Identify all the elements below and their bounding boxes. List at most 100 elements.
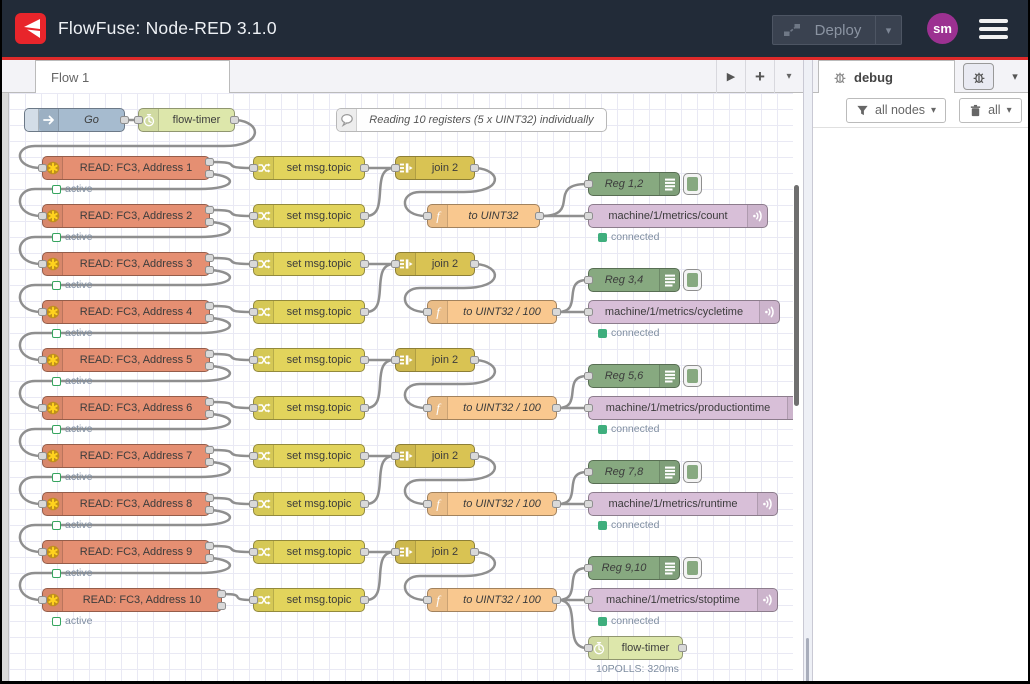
input-port[interactable]	[249, 404, 258, 412]
output-port[interactable]	[360, 548, 369, 556]
node-s7[interactable]: set msg.topic	[253, 444, 365, 468]
wire[interactable]	[558, 472, 587, 504]
node-s9[interactable]: set msg.topic	[253, 540, 365, 564]
input-port[interactable]	[584, 596, 593, 604]
output-port[interactable]	[205, 302, 214, 310]
node-s5[interactable]: set msg.topic	[253, 348, 365, 372]
output-port[interactable]	[205, 458, 214, 466]
node-m4[interactable]: machine/1/metrics/runtime	[588, 492, 778, 516]
canvas-vertical-scrollbar[interactable]	[794, 185, 799, 406]
output-port[interactable]	[205, 266, 214, 274]
wire[interactable]	[211, 306, 252, 312]
flow-list-caret[interactable]: ▾	[774, 60, 803, 93]
wire[interactable]	[558, 376, 587, 408]
wire[interactable]	[558, 600, 587, 648]
input-port[interactable]	[38, 308, 47, 316]
input-port[interactable]	[38, 404, 47, 412]
input-port[interactable]	[391, 356, 400, 364]
output-port[interactable]	[205, 506, 214, 514]
node-f1[interactable]: fto UINT32	[427, 204, 540, 228]
flow-canvas[interactable]: Goflow-timerReading 10 registers (5 x UI…	[9, 93, 793, 681]
input-port[interactable]	[584, 644, 593, 652]
node-r1[interactable]: READ: FC3, Address 1	[42, 156, 210, 180]
input-port[interactable]	[38, 260, 47, 268]
node-s2[interactable]: set msg.topic	[253, 204, 365, 228]
input-port[interactable]	[423, 596, 432, 604]
node-s10[interactable]: set msg.topic	[253, 588, 365, 612]
input-port[interactable]	[423, 212, 432, 220]
wire[interactable]	[211, 162, 252, 168]
wire[interactable]	[211, 354, 252, 360]
node-r8[interactable]: READ: FC3, Address 8	[42, 492, 210, 516]
debug-toggle-button[interactable]	[683, 461, 702, 483]
node-d1[interactable]: Reg 1,2	[588, 172, 680, 196]
node-j5[interactable]: join 2	[395, 540, 475, 564]
node-d4[interactable]: Reg 7,8	[588, 460, 680, 484]
output-port[interactable]	[217, 590, 226, 598]
node-f2[interactable]: fto UINT32 / 100	[427, 300, 557, 324]
wire[interactable]	[211, 402, 252, 408]
debug-toggle-button[interactable]	[683, 269, 702, 291]
output-port[interactable]	[470, 452, 479, 460]
output-port[interactable]	[360, 452, 369, 460]
node-d3[interactable]: Reg 5,6	[588, 364, 680, 388]
node-f4[interactable]: fto UINT32 / 100	[427, 492, 557, 516]
wire[interactable]	[223, 594, 252, 600]
debug-messages-panel[interactable]	[813, 128, 1028, 681]
output-port[interactable]	[205, 206, 214, 214]
input-port[interactable]	[423, 500, 432, 508]
input-port[interactable]	[584, 404, 593, 412]
output-port[interactable]	[360, 500, 369, 508]
output-port[interactable]	[205, 314, 214, 322]
input-port[interactable]	[249, 260, 258, 268]
node-d2[interactable]: Reg 3,4	[588, 268, 680, 292]
output-port[interactable]	[205, 254, 214, 262]
node-j2[interactable]: join 2	[395, 252, 475, 276]
input-port[interactable]	[249, 500, 258, 508]
input-port[interactable]	[391, 452, 400, 460]
output-port[interactable]	[120, 116, 129, 124]
output-port[interactable]	[205, 554, 214, 562]
node-r4[interactable]: READ: FC3, Address 4	[42, 300, 210, 324]
node-j3[interactable]: join 2	[395, 348, 475, 372]
output-port[interactable]	[470, 548, 479, 556]
node-r2[interactable]: READ: FC3, Address 2	[42, 204, 210, 228]
input-port[interactable]	[38, 356, 47, 364]
output-port[interactable]	[205, 350, 214, 358]
node-s1[interactable]: set msg.topic	[253, 156, 365, 180]
debug-pane-button[interactable]	[963, 63, 994, 90]
sidebar-separator-grip[interactable]	[806, 638, 809, 682]
output-port[interactable]	[205, 410, 214, 418]
input-port[interactable]	[38, 452, 47, 460]
output-port[interactable]	[205, 398, 214, 406]
sidebar-separator[interactable]	[803, 60, 813, 681]
input-port[interactable]	[249, 164, 258, 172]
inject-trigger-button[interactable]	[25, 109, 39, 131]
node-m5[interactable]: machine/1/metrics/stoptime	[588, 588, 778, 612]
input-port[interactable]	[584, 308, 593, 316]
wire[interactable]	[211, 258, 252, 264]
output-port[interactable]	[535, 212, 544, 220]
output-port[interactable]	[205, 542, 214, 550]
run-flows-button[interactable]: ▶	[716, 60, 745, 93]
node-j1[interactable]: join 2	[395, 156, 475, 180]
output-port[interactable]	[552, 404, 561, 412]
input-port[interactable]	[249, 596, 258, 604]
output-port[interactable]	[205, 158, 214, 166]
input-port[interactable]	[584, 468, 593, 476]
input-port[interactable]	[38, 212, 47, 220]
output-port[interactable]	[552, 596, 561, 604]
node-r7[interactable]: READ: FC3, Address 7	[42, 444, 210, 468]
output-port[interactable]	[470, 356, 479, 364]
input-port[interactable]	[584, 372, 593, 380]
node-s8[interactable]: set msg.topic	[253, 492, 365, 516]
input-port[interactable]	[584, 212, 593, 220]
deploy-button[interactable]: Deploy ▾	[772, 15, 902, 45]
deploy-options-caret[interactable]: ▾	[875, 16, 901, 44]
sidebar-tabs-caret[interactable]: ▾	[1003, 60, 1027, 93]
output-port[interactable]	[360, 164, 369, 172]
main-menu-button[interactable]	[979, 19, 1008, 39]
wire[interactable]	[366, 456, 394, 504]
debug-toggle-button[interactable]	[683, 173, 702, 195]
debug-toggle-button[interactable]	[683, 557, 702, 579]
